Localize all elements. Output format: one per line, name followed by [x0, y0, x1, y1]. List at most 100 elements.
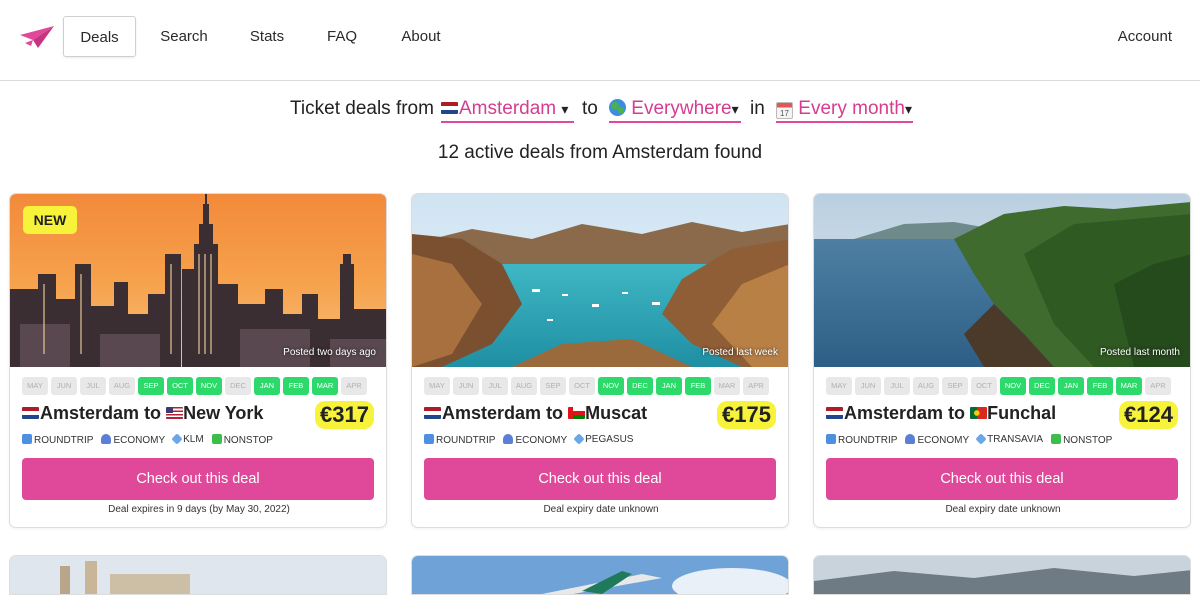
route-destination: New York	[183, 403, 264, 423]
month-availability: MAY JUN JUL AUG SEP OCT NOV DEC JAN FEB MAR APR	[826, 377, 1171, 395]
route-origin: Amsterdam	[40, 403, 140, 423]
netherlands-flag-icon	[441, 102, 458, 114]
tag-roundtrip: ROUNDTRIP	[424, 434, 495, 446]
deal-card-funchal[interactable]: Posted last month MAY JUN JUL AUG SEP OCT NOV D…	[813, 193, 1191, 528]
paper-plane-logo-icon[interactable]	[20, 26, 54, 48]
month-chip-may: MAY	[424, 377, 450, 395]
nav-about[interactable]: About	[392, 16, 450, 57]
month-chip-apr: APR	[743, 377, 769, 395]
tag-roundtrip: ROUNDTRIP	[22, 434, 93, 446]
airplane-icon	[573, 433, 585, 445]
deal-card-partial[interactable]	[9, 555, 387, 595]
chevron-down-icon: ▾	[904, 101, 912, 117]
tag-economy: ECONOMY	[905, 434, 969, 446]
month-chip-jul: JUL	[482, 377, 508, 395]
deal-tags: ROUNDTRIP ECONOMY TRANSAVIA NONSTOP	[826, 433, 1112, 446]
tag-label: NONSTOP	[1063, 435, 1113, 446]
origin-city-select[interactable]: Amsterdam ▾	[441, 95, 574, 123]
month-chip-feb: FEB	[1087, 377, 1113, 395]
netherlands-flag-icon	[424, 407, 441, 419]
netherlands-flag-icon	[22, 407, 39, 419]
tag-label: ROUNDTRIP	[34, 435, 94, 446]
filters-to-word: to	[582, 98, 598, 119]
tag-label: ECONOMY	[515, 435, 568, 446]
month-chip-mar: MAR	[1116, 377, 1142, 395]
route-to-word: to	[546, 403, 564, 423]
checkmark-icon	[211, 434, 222, 444]
tag-airline: KLM	[171, 433, 204, 446]
checkmark-icon	[1051, 434, 1062, 444]
deal-photo	[10, 556, 386, 594]
month-chip-jan: JAN	[254, 377, 280, 395]
month-chip-dec: DEC	[627, 377, 653, 395]
destination-select[interactable]: Everywhere▾	[609, 95, 741, 123]
month-availability: MAY JUN JUL AUG SEP OCT NOV DEC JAN FEB MAR APR	[424, 377, 769, 395]
usa-flag-icon	[166, 407, 184, 419]
route-destination: Muscat	[585, 403, 648, 423]
month-chip-apr: APR	[1145, 377, 1171, 395]
check-out-deal-button[interactable]: Check out this deal	[424, 458, 776, 500]
month-chip-jul: JUL	[80, 377, 106, 395]
deal-photo	[412, 556, 788, 594]
month-chip-oct: OCT	[569, 377, 595, 395]
portugal-flag-icon	[970, 407, 988, 419]
results-summary: 12 active deals from Amsterdam found	[437, 142, 763, 163]
tag-label: PEGASUS	[585, 434, 634, 445]
month-chip-jun: JUN	[51, 377, 77, 395]
posted-date: Posted two days ago	[283, 347, 376, 358]
deal-card-partial[interactable]	[411, 555, 789, 595]
check-out-deal-button[interactable]: Check out this deal	[826, 458, 1178, 500]
nav-deals[interactable]: Deals	[63, 16, 136, 57]
top-navigation-bar: Deals Search Stats FAQ About Account	[0, 0, 1200, 81]
chevron-down-icon: ▾	[561, 101, 569, 117]
month-chip-oct: OCT	[167, 377, 193, 395]
new-badge: NEW	[23, 206, 77, 234]
deal-price: €175	[717, 401, 776, 429]
month-select[interactable]: 17 Every month▾	[776, 95, 913, 123]
deal-filters: Ticket deals from Amsterdam ▾ to Everywh…	[0, 95, 1200, 125]
airplane-icon	[975, 433, 987, 445]
funchal-coast-photo	[814, 194, 1190, 367]
deal-expiry: Deal expires in 9 days (by May 30, 2022)	[108, 504, 290, 515]
month-chip-jan: JAN	[656, 377, 682, 395]
destination-value: Everywhere	[631, 98, 732, 119]
route-title: Amsterdam to New York	[22, 403, 263, 424]
calendar-icon: 17	[776, 102, 793, 119]
month-chip-mar: MAR	[714, 377, 740, 395]
nav-stats[interactable]: Stats	[240, 16, 294, 57]
month-chip-jun: JUN	[453, 377, 479, 395]
route-origin: Amsterdam	[442, 403, 542, 423]
tag-label: NONSTOP	[223, 435, 273, 446]
deal-photo	[814, 556, 1190, 594]
tag-nonstop: NONSTOP	[1051, 434, 1112, 446]
nav-faq[interactable]: FAQ	[318, 16, 366, 57]
posted-date: Posted last month	[1099, 347, 1180, 358]
muscat-bay-photo	[412, 194, 788, 367]
tag-label: ROUNDTRIP	[838, 435, 898, 446]
seat-icon	[905, 434, 916, 444]
tag-label: ECONOMY	[917, 435, 970, 446]
deal-expiry: Deal expiry date unknown	[945, 504, 1061, 515]
route-title: Amsterdam to Funchal	[826, 403, 1056, 424]
tag-label: ROUNDTRIP	[436, 435, 496, 446]
route-destination: Funchal	[987, 403, 1057, 423]
month-chip-aug: AUG	[109, 377, 135, 395]
month-chip-jun: JUN	[855, 377, 881, 395]
deal-card-muscat[interactable]: Posted last week MAY JUN JUL AUG SEP OCT NOV DE…	[411, 193, 789, 528]
month-chip-jan: JAN	[1058, 377, 1084, 395]
deal-card-partial[interactable]	[813, 555, 1191, 595]
check-out-deal-button[interactable]: Check out this deal	[22, 458, 374, 500]
tag-label: KLM	[183, 434, 204, 445]
month-chip-dec: DEC	[1029, 377, 1055, 395]
deal-card-new-york[interactable]: NEW Posted two days ago MAY JUN JUL AUG SEP O…	[9, 193, 387, 528]
roundtrip-icon	[22, 434, 32, 444]
nav-search[interactable]: Search	[152, 16, 216, 57]
deal-price: €317	[315, 401, 374, 429]
origin-city-value: Amsterdam	[459, 98, 557, 119]
deal-price: €124	[1119, 401, 1178, 429]
chevron-down-icon: ▾	[731, 101, 739, 117]
month-chip-sep: SEP	[942, 377, 968, 395]
nav-account[interactable]: Account	[1118, 16, 1172, 57]
month-availability: MAY JUN JUL AUG SEP OCT NOV DEC JAN FEB MAR APR	[22, 377, 367, 395]
airplane-icon	[171, 433, 183, 445]
